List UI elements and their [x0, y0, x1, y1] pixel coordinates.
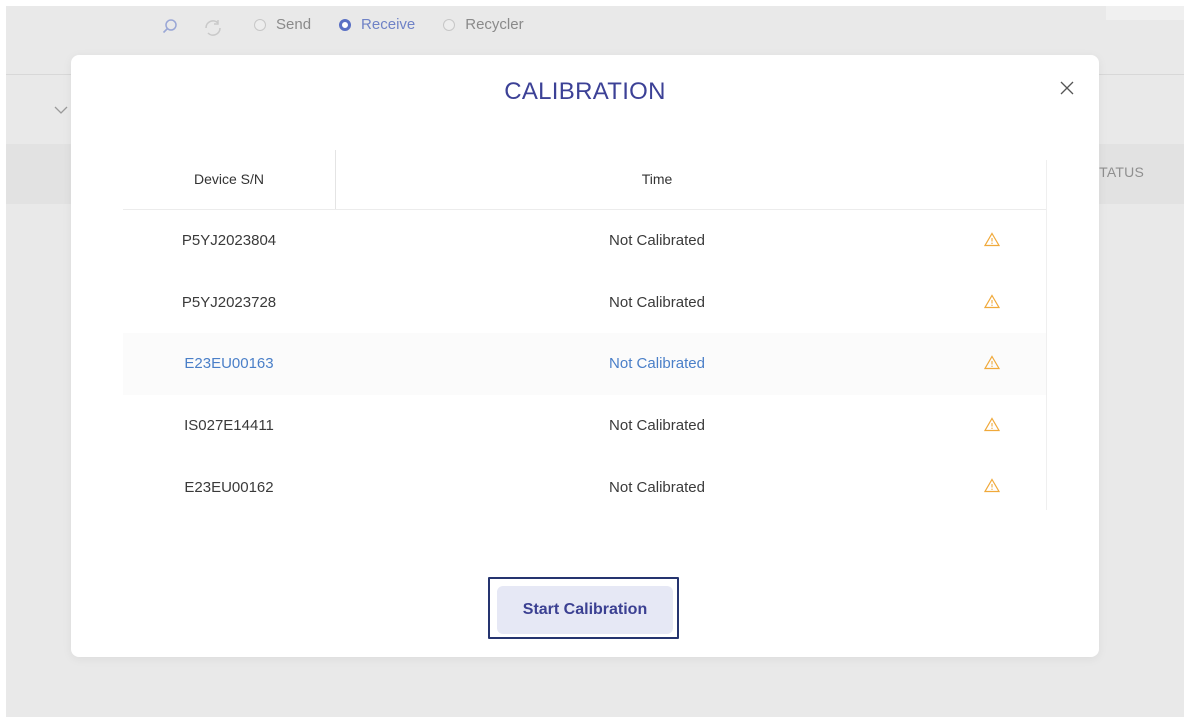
- device-serial: P5YJ2023728: [181, 293, 277, 311]
- search-icon[interactable]: [160, 17, 180, 37]
- radio-recycler[interactable]: Recycler: [443, 16, 524, 33]
- column-header-serial: Device S/N: [123, 150, 336, 209]
- calibration-time: Not Calibrated: [609, 232, 705, 250]
- toolbar: Send Receive Recycler: [6, 6, 1184, 48]
- close-icon[interactable]: [1056, 77, 1078, 99]
- table-row[interactable]: E23EU00162 Not Calibrated: [123, 456, 1047, 518]
- warning-icon: [984, 478, 1000, 493]
- table-row[interactable]: P5YJ2023728 Not Calibrated: [123, 272, 1047, 334]
- chevron-down-icon: [54, 106, 68, 114]
- refresh-icon[interactable]: [202, 17, 222, 37]
- radio-receive[interactable]: Receive: [339, 16, 415, 33]
- start-calibration-button[interactable]: Start Calibration: [497, 586, 673, 634]
- calibration-modal: CALIBRATION Device S/N Time P5YJ2023804 …: [71, 55, 1099, 657]
- radio-recycler-dot: [443, 18, 456, 31]
- radio-send-dot: [254, 18, 266, 31]
- radio-recycler-label: Recycler: [465, 16, 524, 33]
- warning-icon: [984, 355, 1000, 370]
- calibration-time: Not Calibrated: [609, 293, 705, 311]
- top-right-field: [1106, 6, 1184, 20]
- radio-receive-label: Receive: [361, 16, 416, 33]
- device-serial: P5YJ2023804: [181, 232, 277, 250]
- calibration-time: Not Calibrated: [609, 417, 705, 435]
- warning-icon: [984, 417, 1000, 431]
- mode-radio-group: Send Receive Recycler: [254, 16, 552, 33]
- table-row[interactable]: IS027E14411 Not Calibrated: [123, 395, 1047, 457]
- radio-send[interactable]: Send: [254, 16, 311, 33]
- warning-icon: [984, 232, 1000, 247]
- column-header-time: Time: [641, 171, 673, 187]
- table-right-edge: [1046, 160, 1047, 510]
- table-row[interactable]: P5YJ2023804 Not Calibrated: [123, 210, 1047, 272]
- warning-icon: [984, 293, 1000, 308]
- device-serial: E23EU00162: [184, 478, 274, 496]
- calibration-table: Device S/N Time P5YJ2023804 Not Calibrat…: [123, 150, 1047, 518]
- device-serial: E23EU00163: [184, 355, 274, 373]
- radio-receive-dot: [339, 18, 352, 31]
- device-serial: IS027E14411: [184, 417, 274, 435]
- calibration-time: Not Calibrated: [609, 478, 705, 496]
- radio-send-label: Send: [276, 16, 312, 33]
- table-row-highlighted[interactable]: E23EU00163 Not Calibrated: [123, 333, 1047, 395]
- table-header: Device S/N Time: [123, 150, 1047, 210]
- filter-select[interactable]: [6, 94, 77, 128]
- calibration-time: Not Calibrated: [609, 355, 705, 373]
- modal-title: CALIBRATION: [504, 78, 666, 105]
